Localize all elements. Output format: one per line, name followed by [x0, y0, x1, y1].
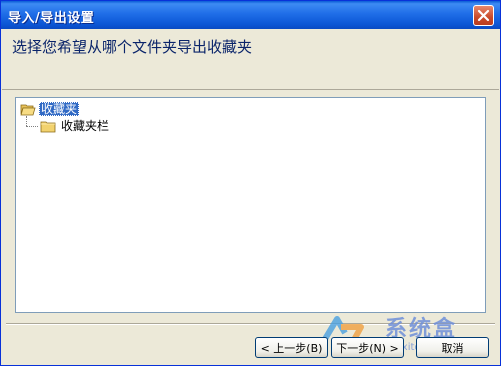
title-bar[interactable]: 导入/导出设置: [1, 1, 500, 29]
tree-connector: [26, 116, 27, 126]
close-icon: [477, 9, 490, 22]
tree-node-favorites-bar[interactable]: 收藏夹栏: [40, 118, 111, 134]
tree-node-favorites[interactable]: 收藏夹: [20, 101, 80, 117]
tree-connector: [26, 126, 38, 127]
folder-icon: [40, 121, 56, 132]
folder-tree[interactable]: 收藏夹 收藏夹栏: [15, 97, 486, 313]
wizard-content: 收藏夹 收藏夹栏: [2, 91, 499, 327]
wizard-header: 选择您希望从哪个文件夹导出收藏夹: [2, 29, 499, 90]
button-divider: [6, 323, 495, 325]
folder-open-icon: [20, 104, 36, 115]
next-button[interactable]: 下一步(N) >: [331, 337, 404, 358]
window-title: 导入/导出设置: [8, 11, 95, 26]
tree-node-label[interactable]: 收藏夹栏: [59, 119, 111, 133]
dialog-window: 导入/导出设置 选择您希望从哪个文件夹导出收藏夹 收藏夹 收藏夹栏 系统盒 < …: [0, 0, 501, 366]
tree-node-label[interactable]: 收藏夹: [39, 102, 80, 116]
cancel-button[interactable]: 取消: [416, 337, 489, 358]
header-prompt: 选择您希望从哪个文件夹导出收藏夹: [12, 38, 253, 56]
back-button[interactable]: < 上一步(B): [255, 337, 328, 358]
close-button[interactable]: [473, 5, 494, 26]
